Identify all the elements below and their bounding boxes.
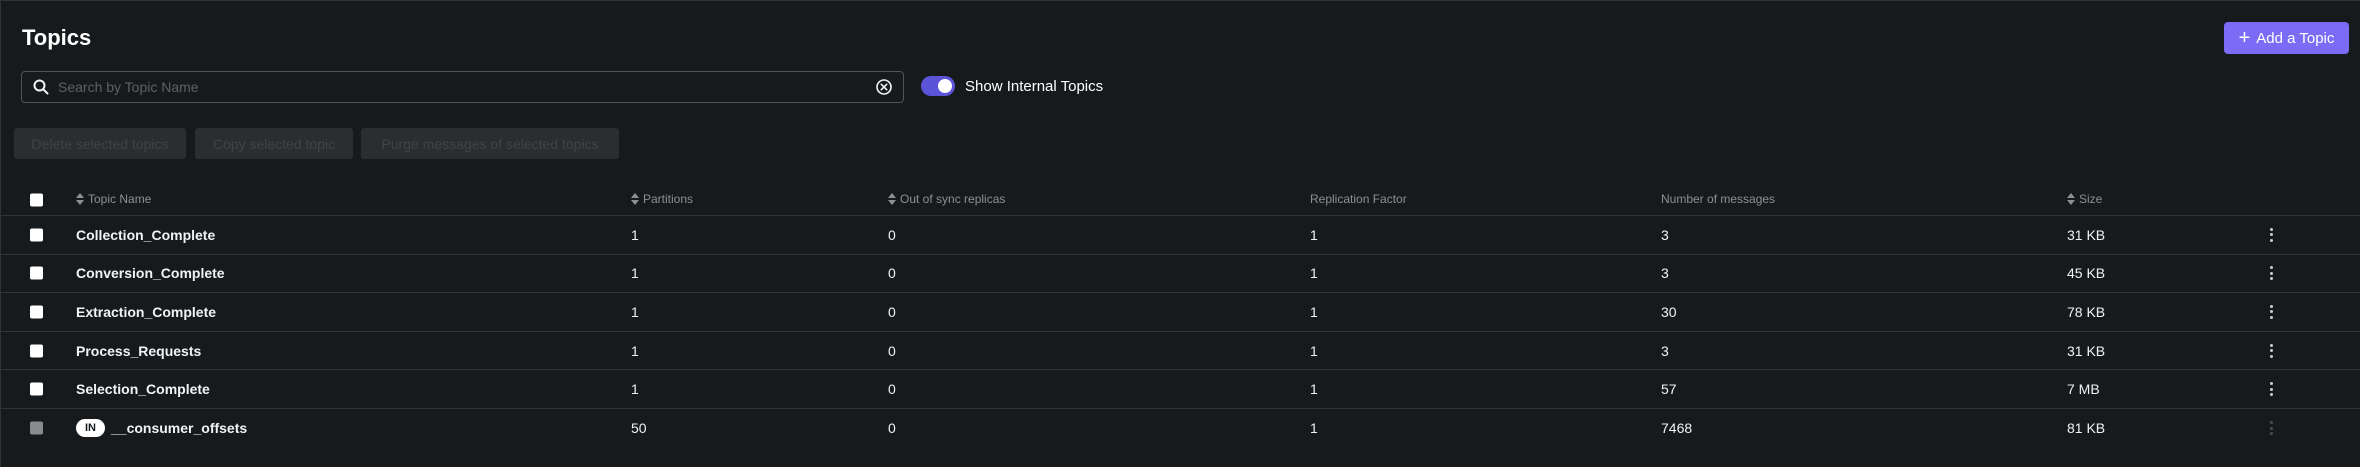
replication-cell: 1 [1310, 342, 1318, 359]
topics-table: Topic Name Partitions Out of sync replic… [1, 184, 2360, 448]
row-checkbox[interactable] [30, 382, 43, 396]
replication-cell: 1 [1310, 420, 1318, 437]
row-checkbox[interactable] [30, 266, 43, 280]
page-title: Topics [22, 25, 92, 50]
messages-cell: 30 [1661, 303, 1677, 320]
column-header-messages: Number of messages [1661, 192, 1775, 206]
toggle-knob [938, 79, 952, 93]
kebab-icon[interactable] [2264, 342, 2278, 360]
row-checkbox[interactable] [30, 305, 43, 319]
size-cell: 31 KB [2067, 342, 2106, 359]
sort-icon [631, 193, 639, 205]
messages-cell: 3 [1661, 342, 1669, 359]
partitions-cell: 1 [631, 226, 639, 243]
column-header-topic-name[interactable]: Topic Name [76, 192, 151, 206]
partitions-cell: 1 [631, 265, 639, 282]
sort-icon [76, 193, 84, 205]
kebab-icon[interactable] [2264, 264, 2278, 282]
messages-cell: 7468 [1661, 420, 1693, 437]
sort-icon [2067, 193, 2075, 205]
column-header-out-of-sync[interactable]: Out of sync replicas [888, 192, 1005, 206]
table-row[interactable]: Process_Requests 1 0 1 3 31 KB [1, 332, 2360, 371]
topic-name: Process_Requests [76, 342, 202, 359]
topic-name-link[interactable]: Extraction_Complete [76, 304, 216, 320]
kebab-icon[interactable] [2264, 380, 2278, 398]
row-checkbox[interactable] [30, 344, 43, 358]
size-cell: 31 KB [2067, 226, 2106, 243]
replication-cell: 1 [1310, 303, 1318, 320]
topic-name: Extraction_Complete [76, 303, 217, 320]
topic-name: __consumer_offsets [111, 420, 248, 437]
partitions-cell: 1 [631, 381, 639, 398]
search-icon [33, 79, 49, 95]
sort-icon [888, 193, 896, 205]
out-of-sync-cell: 0 [888, 381, 896, 398]
clear-icon[interactable] [875, 78, 893, 96]
topics-page: Topics + Add a Topic Show Internal Topic… [0, 0, 2360, 467]
size-cell: 81 KB [2067, 420, 2106, 437]
add-topic-button[interactable]: + Add a Topic [2224, 22, 2349, 54]
internal-badge: IN [76, 419, 105, 438]
select-all-checkbox[interactable] [30, 193, 43, 206]
messages-cell: 3 [1661, 226, 1669, 243]
topic-name: Selection_Complete [76, 381, 210, 398]
search-input[interactable] [50, 72, 875, 102]
out-of-sync-cell: 0 [888, 420, 896, 437]
messages-cell: 57 [1661, 381, 1677, 398]
partitions-cell: 1 [631, 303, 639, 320]
purge-selected-button[interactable]: Purge messages of selected topics [361, 128, 619, 159]
out-of-sync-cell: 0 [888, 342, 896, 359]
internal-topics-toggle[interactable] [921, 76, 955, 96]
topic-name-link[interactable]: IN __consumer_offsets [76, 419, 248, 438]
topic-name-link[interactable]: Collection_Complete [76, 227, 215, 243]
topic-name-link[interactable]: Conversion_Complete [76, 265, 225, 281]
out-of-sync-cell: 0 [888, 303, 896, 320]
kebab-icon [2264, 419, 2278, 437]
table-row[interactable]: IN __consumer_offsets 50 0 1 7468 81 KB [1, 409, 2360, 448]
size-cell: 7 MB [2067, 381, 2100, 398]
out-of-sync-cell: 0 [888, 265, 896, 282]
row-checkbox [30, 421, 43, 435]
column-label: Topic Name [88, 192, 152, 206]
internal-topics-label: Show Internal Topics [965, 77, 1104, 95]
table-row[interactable]: Conversion_Complete 1 0 1 3 45 KB [1, 255, 2360, 294]
row-checkbox[interactable] [30, 228, 43, 242]
topic-name-link[interactable]: Process_Requests [76, 343, 201, 359]
replication-cell: 1 [1310, 226, 1318, 243]
replication-cell: 1 [1310, 381, 1318, 398]
column-label: Size [2079, 192, 2103, 206]
column-header-partitions[interactable]: Partitions [631, 192, 693, 206]
internal-topics-toggle-group: Show Internal Topics [921, 76, 1103, 96]
table-header: Topic Name Partitions Out of sync replic… [1, 184, 2360, 216]
replication-cell: 1 [1310, 265, 1318, 282]
out-of-sync-cell: 0 [888, 226, 896, 243]
delete-selected-button[interactable]: Delete selected topics [14, 128, 186, 159]
plus-icon: + [2238, 27, 2251, 49]
size-cell: 78 KB [2067, 303, 2106, 320]
column-label: Replication Factor [1310, 192, 1407, 206]
column-label: Number of messages [1661, 192, 1776, 206]
column-header-size[interactable]: Size [2067, 192, 2102, 206]
add-topic-label: Add a Topic [2256, 29, 2335, 47]
search-box [21, 71, 904, 103]
column-header-replication: Replication Factor [1310, 192, 1407, 206]
kebab-icon[interactable] [2264, 303, 2278, 321]
kebab-icon[interactable] [2264, 226, 2278, 244]
topic-name: Collection_Complete [76, 226, 216, 243]
table-row[interactable]: Selection_Complete 1 0 1 57 7 MB [1, 370, 2360, 409]
messages-cell: 3 [1661, 265, 1669, 282]
topic-name: Conversion_Complete [76, 265, 225, 282]
partitions-cell: 1 [631, 342, 639, 359]
topic-name-link[interactable]: Selection_Complete [76, 381, 210, 397]
size-cell: 45 KB [2067, 265, 2106, 282]
column-label: Partitions [643, 192, 694, 206]
partitions-cell: 50 [631, 420, 647, 437]
table-row[interactable]: Extraction_Complete 1 0 1 30 78 KB [1, 293, 2360, 332]
copy-selected-button[interactable]: Copy selected topic [195, 128, 353, 159]
column-label: Out of sync replicas [900, 192, 1006, 206]
table-row[interactable]: Collection_Complete 1 0 1 3 31 KB [1, 216, 2360, 255]
